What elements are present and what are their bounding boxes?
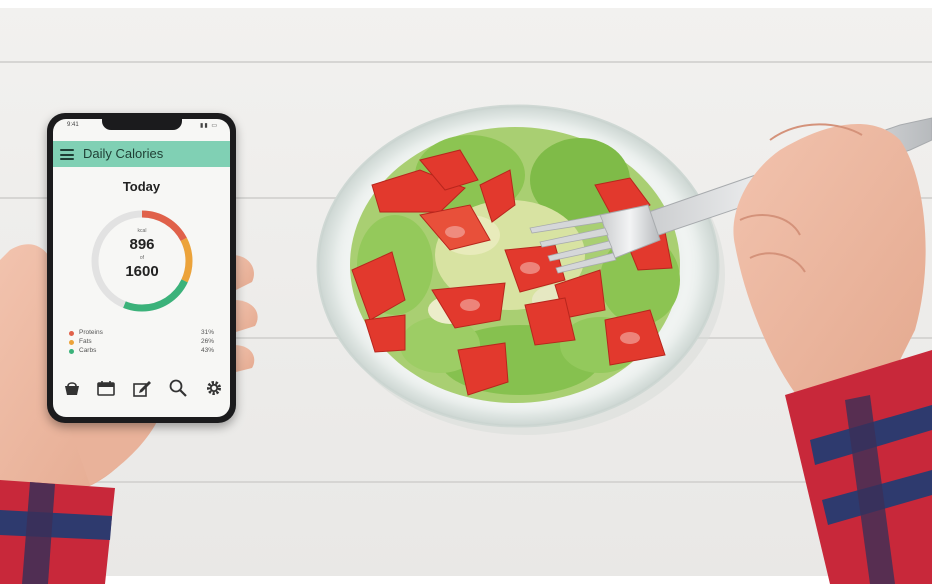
search-icon[interactable] xyxy=(167,377,189,399)
left-sleeve xyxy=(0,480,115,584)
kcal-goal-value: 1600 xyxy=(125,263,159,280)
macro-percent: 26% xyxy=(200,338,214,345)
macro-dot xyxy=(69,339,74,345)
bottom-nav xyxy=(59,377,224,399)
macro-row-fats: Fats 26% xyxy=(69,338,214,347)
photo-scene: 9:41 ▮▮ ▭ Daily Calories Today kcal 896 … xyxy=(0,0,932,584)
macro-percent: 43% xyxy=(200,347,214,354)
calendar-icon[interactable] xyxy=(95,377,117,399)
ring-center: kcal 896 of 1600 xyxy=(84,203,200,319)
macro-row-proteins: Proteins 31% xyxy=(69,329,214,338)
today-label: Today xyxy=(122,179,161,194)
kcal-unit-label: kcal xyxy=(137,228,147,234)
macro-dot xyxy=(69,348,74,354)
macro-row-carbs: Carbs 43% xyxy=(69,347,214,356)
smartphone: 9:41 ▮▮ ▭ Daily Calories Today kcal 896 … xyxy=(47,113,236,423)
macro-name: Fats xyxy=(79,338,92,345)
kcal-of-label: of xyxy=(139,255,145,261)
macro-percent: 31% xyxy=(200,329,214,336)
macro-dot xyxy=(69,330,74,336)
settings-icon[interactable] xyxy=(203,377,225,399)
hamburger-menu-icon[interactable] xyxy=(60,149,74,160)
status-time: 9:41 xyxy=(67,122,79,128)
app-header: Daily Calories xyxy=(53,141,230,167)
app-title: Daily Calories xyxy=(83,146,164,161)
phone-screen: 9:41 ▮▮ ▭ Daily Calories Today kcal 896 … xyxy=(53,119,230,417)
macro-name: Proteins xyxy=(79,329,103,336)
macro-name: Carbs xyxy=(79,347,97,354)
edit-icon[interactable] xyxy=(131,377,153,399)
kcal-consumed-value: 896 xyxy=(129,236,155,253)
food-basket-icon[interactable] xyxy=(61,377,83,399)
signal-battery-icon: ▮▮ ▭ xyxy=(200,123,218,129)
phone-notch xyxy=(101,119,182,130)
macro-list: Proteins 31% Fats 26% Carbs 43% xyxy=(69,329,214,356)
